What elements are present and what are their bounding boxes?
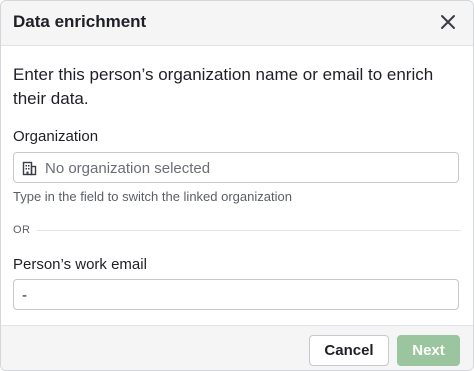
work-email-value: - xyxy=(22,287,27,304)
organization-placeholder: No organization selected xyxy=(45,160,211,177)
email-label: Person’s work email xyxy=(13,256,147,273)
next-button[interactable]: Next xyxy=(397,335,460,366)
building-icon xyxy=(22,161,37,176)
organization-input[interactable]: No organization selected xyxy=(13,152,459,183)
dialog-footer: Cancel Next xyxy=(1,325,473,370)
organization-label: Organization xyxy=(13,128,99,145)
organization-hint: Type in the field to switch the linked o… xyxy=(13,189,292,204)
data-enrichment-dialog: Data enrichment Enter this person’s orga… xyxy=(0,0,474,371)
close-icon[interactable] xyxy=(437,11,459,33)
intro-text: Enter this person’s organization name or… xyxy=(13,65,434,108)
cancel-button[interactable]: Cancel xyxy=(309,335,389,366)
work-email-input[interactable]: - xyxy=(13,279,459,310)
dialog-header: Data enrichment xyxy=(1,1,473,46)
or-divider-line xyxy=(37,230,461,231)
dialog-title: Data enrichment xyxy=(13,12,147,31)
or-divider-label: OR xyxy=(13,224,31,236)
